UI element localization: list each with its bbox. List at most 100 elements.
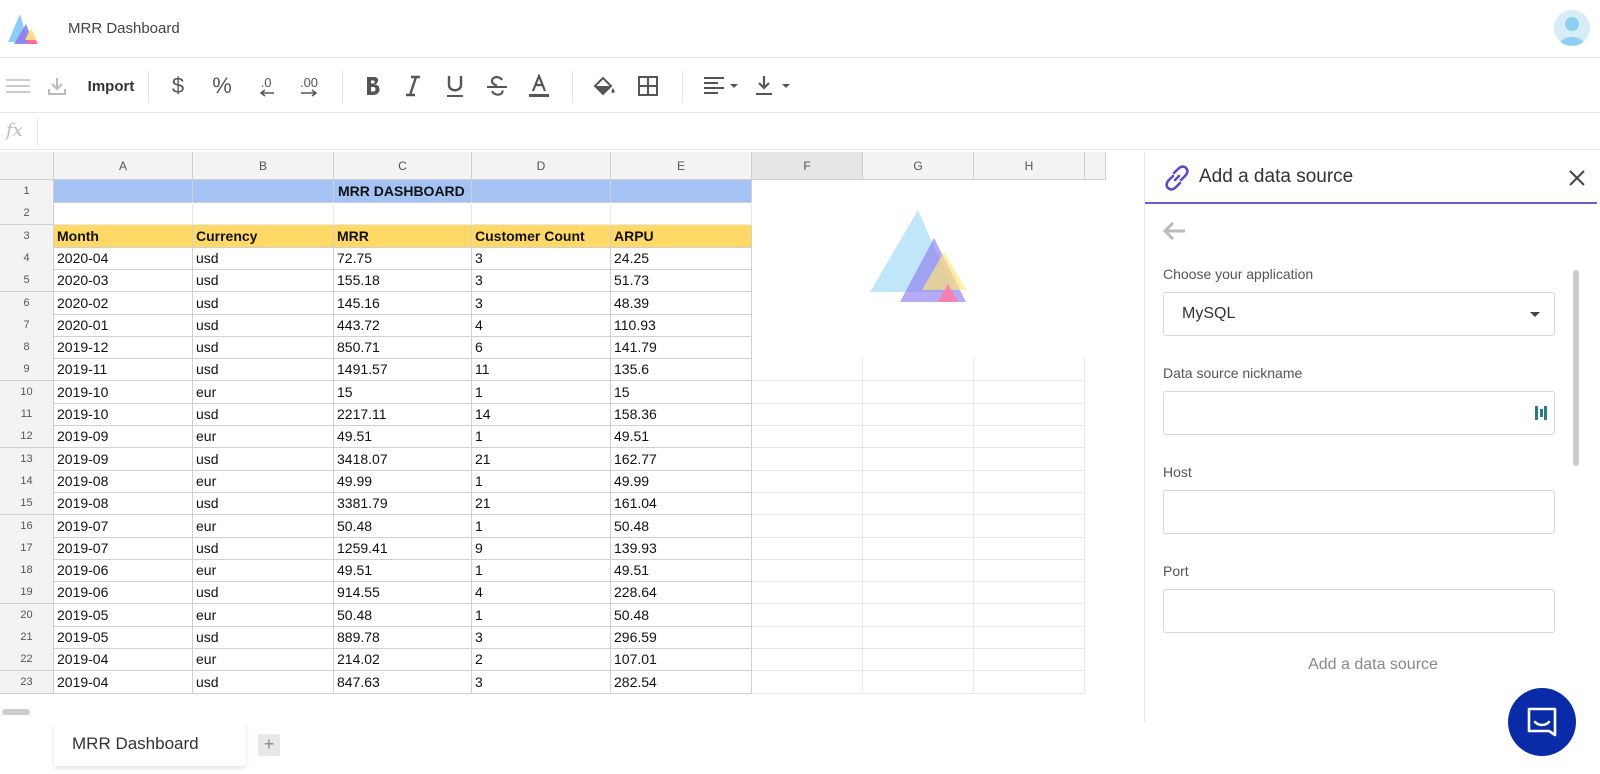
empty-cell[interactable] <box>752 648 863 672</box>
avatar-icon[interactable] <box>1554 10 1590 46</box>
row-header[interactable]: 19 <box>0 581 54 605</box>
data-cell[interactable]: 15 <box>611 380 752 404</box>
menu-icon[interactable] <box>4 69 32 103</box>
nickname-field[interactable] <box>1163 391 1555 435</box>
header-cell[interactable]: Currency <box>193 224 334 248</box>
empty-cell[interactable] <box>472 202 611 226</box>
data-cell[interactable]: 51.73 <box>611 269 752 293</box>
spreadsheet-grid[interactable]: A B C D E F G H 1 2 3 Month Currency MRR Customer Coun… <box>0 152 1130 706</box>
row-header[interactable]: 10 <box>0 380 54 404</box>
data-cell[interactable]: 2019-06 <box>54 581 193 605</box>
data-cell[interactable]: 1 <box>472 469 611 493</box>
empty-cell[interactable] <box>974 536 1085 560</box>
data-cell[interactable]: 282.54 <box>611 670 752 694</box>
row-header[interactable]: 13 <box>0 447 54 471</box>
data-cell[interactable]: 1259.41 <box>334 536 472 560</box>
empty-cell[interactable] <box>863 514 974 538</box>
empty-cell[interactable] <box>752 358 863 382</box>
row-header[interactable]: 16 <box>0 514 54 538</box>
borders-icon[interactable] <box>634 69 662 103</box>
data-cell[interactable]: 2019-05 <box>54 603 193 627</box>
data-cell[interactable]: 162.77 <box>611 447 752 471</box>
data-cell[interactable]: 155.18 <box>334 269 472 293</box>
title-cell[interactable] <box>54 180 193 203</box>
empty-cell[interactable] <box>974 358 1085 382</box>
row-header[interactable]: 1 <box>0 180 54 203</box>
column-header-b[interactable]: B <box>193 152 334 180</box>
empty-cell[interactable] <box>974 648 1085 672</box>
empty-cell[interactable] <box>863 447 974 471</box>
data-cell[interactable]: usd <box>193 447 334 471</box>
panel-scrollbar[interactable] <box>1570 262 1582 642</box>
data-cell[interactable]: 2019-04 <box>54 670 193 694</box>
data-cell[interactable]: 847.63 <box>334 670 472 694</box>
column-header-d[interactable]: D <box>472 152 611 180</box>
column-header-f[interactable]: F <box>752 152 863 180</box>
data-cell[interactable]: 1 <box>472 514 611 538</box>
empty-cell[interactable] <box>752 403 863 426</box>
data-cell[interactable]: 49.51 <box>611 559 752 583</box>
data-cell[interactable]: 161.04 <box>611 492 752 516</box>
data-cell[interactable]: 3381.79 <box>334 492 472 516</box>
column-header-c[interactable]: C <box>334 152 472 180</box>
data-cell[interactable]: 49.99 <box>334 469 472 493</box>
data-cell[interactable]: 2019-09 <box>54 447 193 471</box>
text-color-icon[interactable] <box>526 69 552 103</box>
column-header-e[interactable]: E <box>611 152 752 180</box>
empty-cell[interactable] <box>863 670 974 694</box>
data-cell[interactable]: 2019-05 <box>54 626 193 649</box>
empty-cell[interactable] <box>863 626 974 649</box>
data-cell[interactable]: 50.48 <box>611 514 752 538</box>
data-cell[interactable]: eur <box>193 514 334 538</box>
host-field[interactable] <box>1163 490 1555 534</box>
data-cell[interactable]: 850.71 <box>334 336 472 360</box>
empty-cell[interactable] <box>863 403 974 426</box>
column-header-g[interactable]: G <box>863 152 974 180</box>
data-cell[interactable]: 50.48 <box>611 603 752 627</box>
row-header[interactable]: 12 <box>0 425 54 449</box>
row-header[interactable]: 4 <box>0 246 54 270</box>
formula-input[interactable] <box>40 114 1580 148</box>
title-cell[interactable] <box>472 180 611 203</box>
empty-cell[interactable] <box>54 202 193 226</box>
data-cell[interactable]: 2020-01 <box>54 313 193 337</box>
empty-cell[interactable] <box>863 536 974 560</box>
row-header[interactable]: 23 <box>0 670 54 694</box>
data-cell[interactable]: 2020-02 <box>54 291 193 315</box>
data-cell[interactable]: 2020-03 <box>54 269 193 293</box>
data-cell[interactable]: 889.78 <box>334 626 472 649</box>
data-cell[interactable]: 2019-08 <box>54 469 193 493</box>
decrease-decimal-button[interactable]: .0 <box>252 69 280 103</box>
data-cell[interactable]: 141.79 <box>611 336 752 360</box>
data-cell[interactable]: 3 <box>472 246 611 270</box>
data-cell[interactable]: 2019-11 <box>54 358 193 382</box>
empty-cell[interactable] <box>752 536 863 560</box>
data-cell[interactable]: 1 <box>472 559 611 583</box>
empty-cell[interactable] <box>752 469 863 493</box>
data-cell[interactable]: 145.16 <box>334 291 472 315</box>
data-cell[interactable]: 15 <box>334 380 472 404</box>
data-cell[interactable]: 2020-04 <box>54 246 193 270</box>
data-cell[interactable]: 1 <box>472 380 611 404</box>
empty-cell[interactable] <box>863 603 974 627</box>
close-icon[interactable] <box>1565 166 1589 190</box>
empty-cell[interactable] <box>863 469 974 493</box>
empty-cell[interactable] <box>974 626 1085 649</box>
data-cell[interactable]: 4 <box>472 581 611 605</box>
percent-format-button[interactable]: % <box>208 69 236 103</box>
strikethrough-icon[interactable] <box>484 69 510 103</box>
data-cell[interactable]: usd <box>193 336 334 360</box>
empty-cell[interactable] <box>974 603 1085 627</box>
data-cell[interactable]: 2019-07 <box>54 514 193 538</box>
empty-cell[interactable] <box>752 581 863 605</box>
column-header-a[interactable]: A <box>54 152 193 180</box>
data-cell[interactable]: 9 <box>472 536 611 560</box>
data-cell[interactable]: 49.51 <box>611 425 752 449</box>
data-cell[interactable]: usd <box>193 626 334 649</box>
data-cell[interactable]: 6 <box>472 336 611 360</box>
empty-cell[interactable] <box>193 202 334 226</box>
empty-cell[interactable] <box>334 202 472 226</box>
row-header[interactable]: 2 <box>0 202 54 226</box>
data-cell[interactable]: 72.75 <box>334 246 472 270</box>
data-cell[interactable]: 49.99 <box>611 469 752 493</box>
